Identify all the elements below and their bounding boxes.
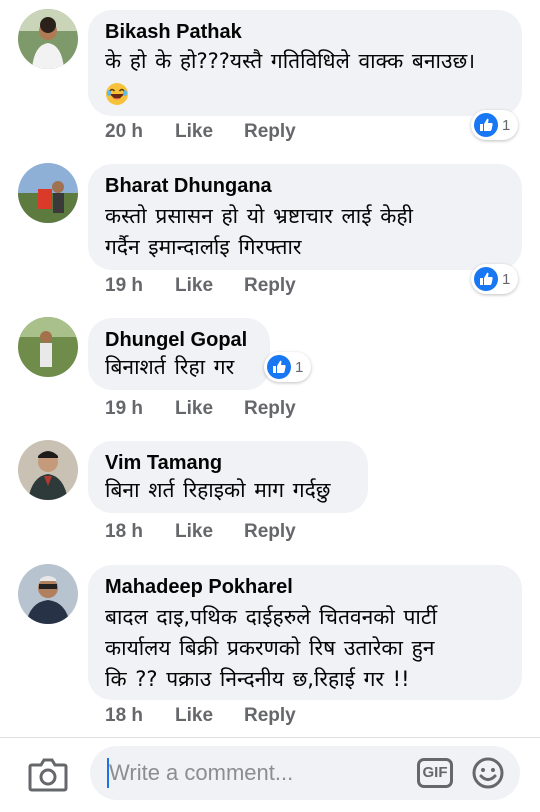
comment-bubble: Bikash Pathak के हो के हो???यस्तै गतिविध… <box>88 10 522 116</box>
avatar[interactable] <box>18 9 78 69</box>
comment-time[interactable]: 20 h <box>105 121 175 143</box>
like-button[interactable]: Like <box>175 398 244 420</box>
like-reaction-icon <box>267 355 291 379</box>
comment-meta: 18 h Like Reply <box>105 705 296 727</box>
avatar[interactable] <box>18 317 78 377</box>
comment-meta: 19 h Like Reply <box>105 275 296 297</box>
comment-bubble: Vim Tamang बिना शर्त रिहाइको माग गर्दछु <box>88 441 368 513</box>
gif-icon[interactable]: GIF <box>417 758 453 788</box>
comment-text: बिना शर्त रिहाइको माग गर्दछु <box>105 478 331 502</box>
comment-text: कस्तो प्रसासन हो यो भ्रष्टाचार लाई केही … <box>105 204 413 259</box>
reaction-count: 1 <box>502 116 511 134</box>
comment-meta: 19 h Like Reply <box>105 398 296 420</box>
like-button[interactable]: Like <box>175 275 244 297</box>
like-button[interactable]: Like <box>175 705 244 727</box>
comment-author[interactable]: Bharat Dhungana <box>105 174 504 198</box>
comment-time[interactable]: 18 h <box>105 705 175 727</box>
comment-text: के हो के हो???यस्तै गतिविधिले वाक्क बनाउ… <box>105 46 504 108</box>
comment-author[interactable]: Bikash Pathak <box>105 20 504 44</box>
comment-bubble: Bharat Dhungana कस्तो प्रसासन हो यो भ्रष… <box>88 164 522 270</box>
comment-time[interactable]: 19 h <box>105 398 175 420</box>
comment-input[interactable]: Write a comment... GIF <box>90 746 520 800</box>
reply-button[interactable]: Reply <box>244 521 296 543</box>
reply-button[interactable]: Reply <box>244 275 296 297</box>
comment-text: बिनाशर्त रिहा गर <box>105 355 235 379</box>
reply-button[interactable]: Reply <box>244 398 296 420</box>
like-button[interactable]: Like <box>175 521 244 543</box>
reply-button[interactable]: Reply <box>244 121 296 143</box>
reaction-badge[interactable]: 1 <box>264 352 312 382</box>
comment-meta: 18 h Like Reply <box>105 521 296 543</box>
avatar[interactable] <box>18 564 78 624</box>
comment-input-placeholder: Write a comment... <box>109 760 294 785</box>
comment-time[interactable]: 18 h <box>105 521 175 543</box>
camera-icon[interactable] <box>28 756 68 792</box>
smiley-icon[interactable] <box>472 757 504 789</box>
comment-author[interactable]: Dhungel Gopal <box>105 328 252 352</box>
avatar[interactable] <box>18 440 78 500</box>
comment-author[interactable]: Mahadeep Pokharel <box>105 575 504 599</box>
reaction-badge[interactable]: 1 <box>471 110 519 140</box>
comment-author[interactable]: Vim Tamang <box>105 451 350 475</box>
like-button[interactable]: Like <box>175 121 244 143</box>
comment-bubble: Mahadeep Pokharel बादल दाइ,पथिक दाईहरुले… <box>88 565 522 700</box>
composer-divider <box>0 737 540 738</box>
reaction-count: 1 <box>295 358 304 376</box>
reaction-badge[interactable]: 1 <box>471 264 519 294</box>
comment-bubble: Dhungel Gopal बिनाशर्त रिहा गर <box>88 318 270 390</box>
comment-meta: 20 h Like Reply <box>105 121 296 143</box>
comment-time[interactable]: 19 h <box>105 275 175 297</box>
reaction-count: 1 <box>502 270 511 288</box>
comment-text: बादल दाइ,पथिक दाईहरुले चितवनको पार्टी का… <box>105 605 437 691</box>
like-reaction-icon <box>474 113 498 137</box>
avatar[interactable] <box>18 163 78 223</box>
like-reaction-icon <box>474 267 498 291</box>
reply-button[interactable]: Reply <box>244 705 296 727</box>
laughing-emoji-icon <box>105 82 129 106</box>
